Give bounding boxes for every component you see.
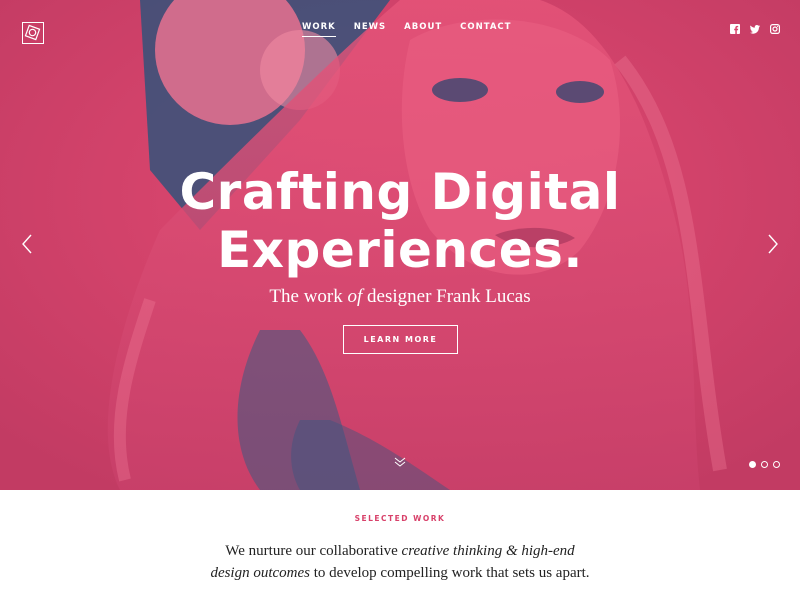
section-text-emphasis: creative thinking & high-end <box>401 543 575 559</box>
chevron-left-icon[interactable] <box>21 234 33 254</box>
section-text-emphasis: design outcomes <box>210 565 311 581</box>
section-intro-line2: design outcomes to develop compelling wo… <box>0 562 800 584</box>
site-logo[interactable] <box>22 22 44 44</box>
main-nav: WORK NEWS ABOUT CONTACT <box>302 22 511 37</box>
instagram-icon[interactable] <box>770 24 780 34</box>
hero-subtitle-post: designer Frank Lucas <box>367 286 531 307</box>
slider-dot-1[interactable] <box>749 461 756 468</box>
square-circle-logo-icon <box>24 24 41 41</box>
hero-slider: WORK NEWS ABOUT CONTACT Crafting Digital… <box>0 0 800 490</box>
nav-item-about[interactable]: ABOUT <box>404 22 442 37</box>
slider-pagination <box>749 461 780 468</box>
hero-subtitle-em: of <box>347 286 363 307</box>
section-intro: We nurture our collaborative creative th… <box>0 540 800 584</box>
social-links <box>730 24 780 34</box>
hero-subtitle: The work of designer Frank Lucas <box>0 286 800 308</box>
nav-item-news[interactable]: NEWS <box>354 22 386 37</box>
facebook-icon[interactable] <box>730 24 740 34</box>
slider-dot-3[interactable] <box>773 461 780 468</box>
slider-dot-2[interactable] <box>761 461 768 468</box>
learn-more-button[interactable]: LEARN MORE <box>343 325 458 354</box>
hero-title-line2: Experiences. <box>217 221 583 279</box>
twitter-icon[interactable] <box>750 24 760 34</box>
section-label: SELECTED WORK <box>354 514 446 523</box>
section-text-plain: to develop compelling work that sets us … <box>313 565 590 581</box>
hero-subtitle-pre: The work <box>269 286 343 307</box>
nav-item-work[interactable]: WORK <box>302 22 336 37</box>
section-intro-line1: We nurture our collaborative creative th… <box>0 540 800 562</box>
scroll-down-icon[interactable] <box>394 456 406 468</box>
chevron-right-icon[interactable] <box>767 234 779 254</box>
nav-item-contact[interactable]: CONTACT <box>460 22 511 37</box>
section-text-plain: We nurture our collaborative <box>225 543 398 559</box>
hero-title-line1: Crafting Digital <box>179 163 621 221</box>
